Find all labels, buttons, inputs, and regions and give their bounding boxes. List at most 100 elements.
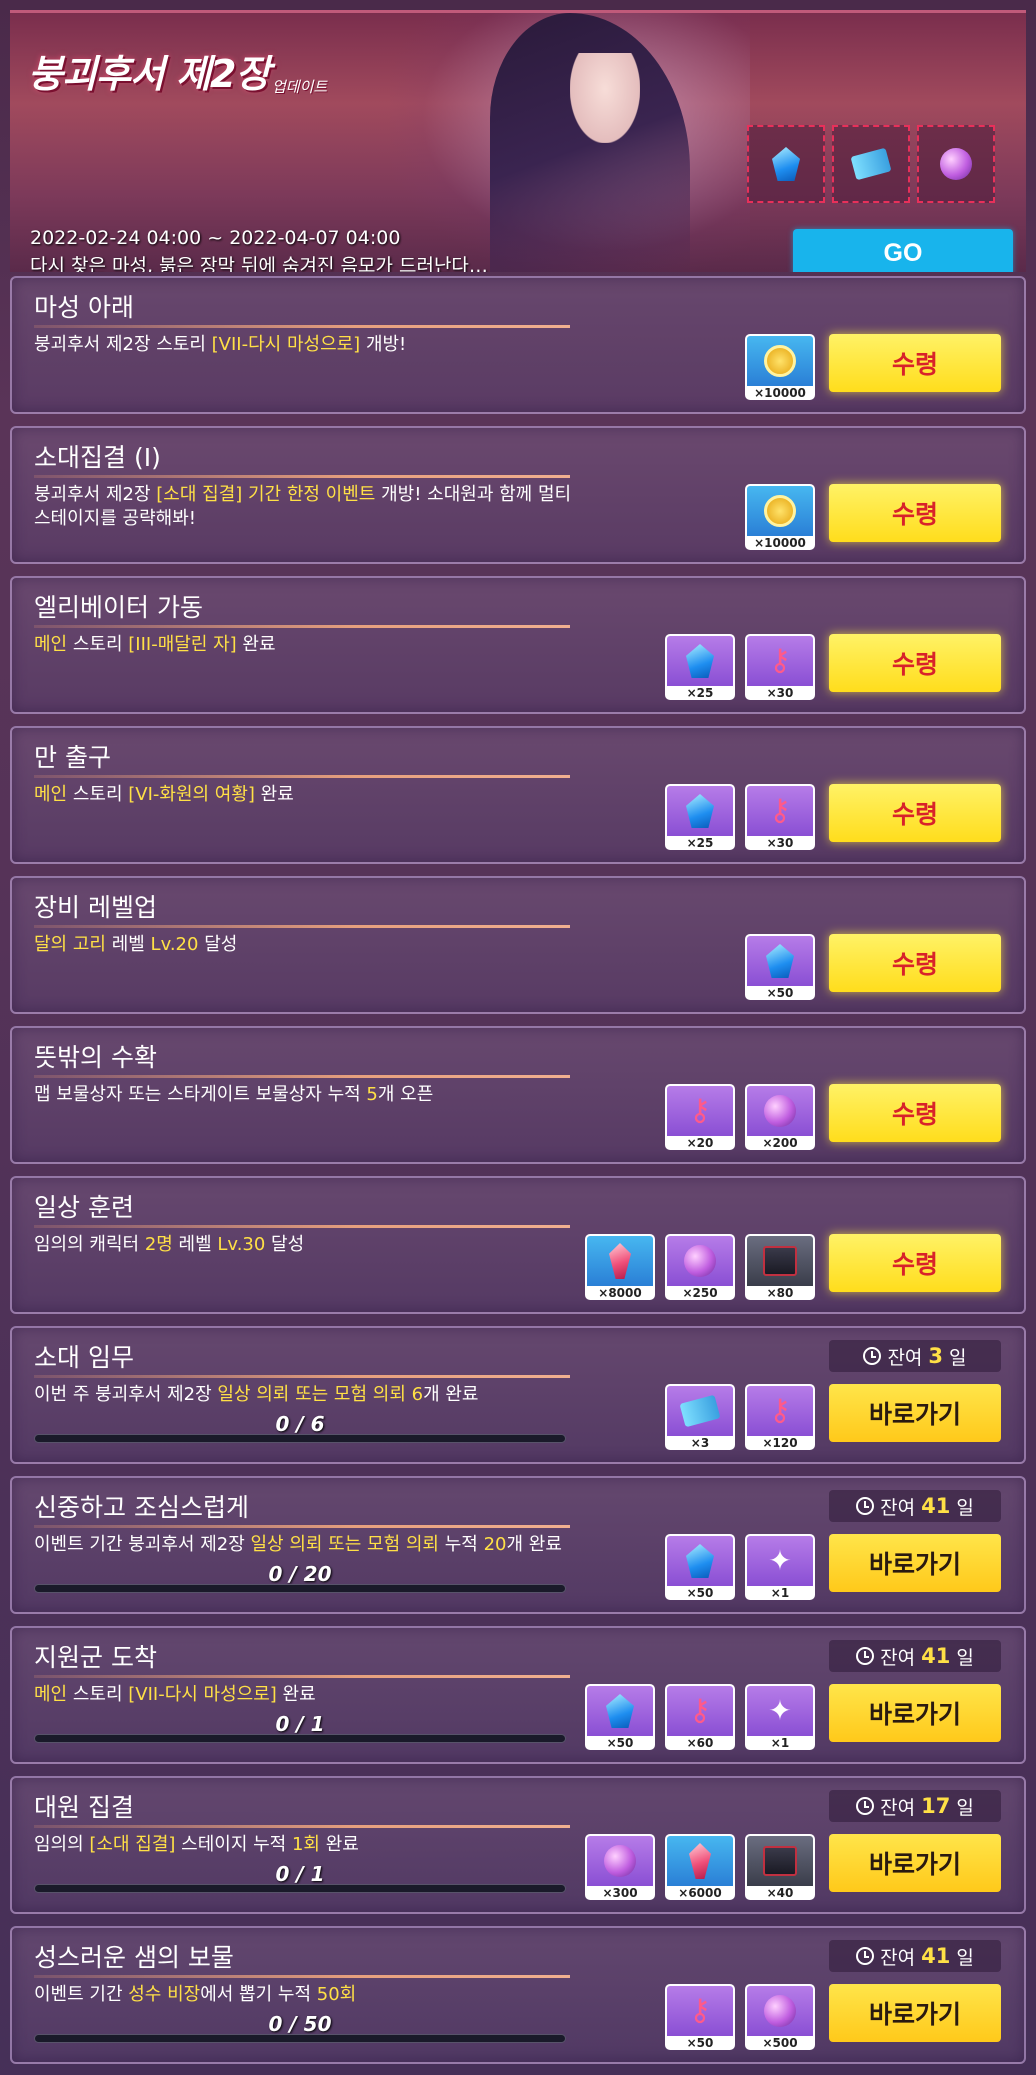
purple-orb-reward[interactable]: ×200	[745, 1084, 815, 1150]
blue-crystal-reward[interactable]: ×50	[665, 1534, 735, 1600]
progress-bar	[34, 1434, 566, 1443]
mission-title: 소대 임무	[34, 1343, 134, 1372]
gold-coin-reward[interactable]: ×10000	[745, 334, 815, 400]
key-reward[interactable]: ⚷ ×50	[665, 1984, 735, 2050]
ticket-reward[interactable]: ×3	[665, 1384, 735, 1450]
claim-button[interactable]: 수령	[829, 634, 1001, 692]
goto-button[interactable]: 바로가기	[829, 1384, 1001, 1442]
key-icon: ⚷	[667, 1086, 733, 1136]
event-date-range: 2022-02-24 04:00 ~ 2022-04-07 04:00	[30, 227, 401, 249]
wand-reward[interactable]: ✦ ×1	[745, 1684, 815, 1750]
mission-card: 엘리베이터 가동 메인 스토리 [III-매달린 자] 완료 ×25 ⚷ ×30 수령	[10, 576, 1026, 714]
wand-reward[interactable]: ✦ ×1	[745, 1534, 815, 1600]
red-crystal-reward[interactable]: ×6000	[665, 1834, 735, 1900]
mission-divider	[34, 325, 570, 328]
event-banner: 붕괴후서 제2장 업데이트 2022-02-24 04:00 ~ 2022-04…	[10, 10, 1026, 272]
claim-button[interactable]: 수령	[829, 934, 1001, 992]
highlight-text: 일상 의뢰 또는 모험 의뢰 6	[217, 1384, 424, 1405]
description-text: 누적	[439, 1534, 484, 1555]
dark-box-reward[interactable]: ×40	[745, 1834, 815, 1900]
reward-quantity: ×10000	[747, 536, 813, 548]
event-logo: 붕괴후서 제2장	[28, 52, 270, 96]
gold-coin-reward[interactable]: ×10000	[745, 484, 815, 550]
key-icon: ⚷	[747, 636, 813, 686]
ticket-reward-icon[interactable]	[832, 125, 910, 203]
character-face	[570, 53, 640, 143]
purple-orb-reward[interactable]: ×250	[665, 1234, 735, 1300]
red-crystal-icon	[667, 1836, 733, 1886]
reward-quantity: ×25	[667, 686, 733, 698]
go-button[interactable]: GO	[793, 229, 1013, 272]
dark-box-reward[interactable]: ×80	[745, 1234, 815, 1300]
clock-icon	[856, 1947, 875, 1965]
key-reward[interactable]: ⚷ ×60	[665, 1684, 735, 1750]
key-reward[interactable]: ⚷ ×20	[665, 1084, 735, 1150]
progress-text: 0 / 1	[275, 1712, 325, 1736]
reward-quantity: ×50	[587, 1736, 653, 1748]
claim-button[interactable]: 수령	[829, 484, 1001, 542]
blue-crystal-reward-icon[interactable]	[747, 125, 825, 203]
purple-orb-reward-icon[interactable]	[917, 125, 995, 203]
progress-bar	[34, 1734, 566, 1743]
mission-description: 메인 스토리 [VII-다시 마성으로] 완료	[34, 1683, 574, 1707]
goto-button[interactable]: 바로가기	[829, 1984, 1001, 2042]
purple-orb-reward[interactable]: ×300	[585, 1834, 655, 1900]
description-text: 달성	[198, 934, 238, 955]
red-crystal-icon	[587, 1236, 653, 1286]
highlight-text: 달의 고리	[34, 934, 106, 955]
blue-crystal-reward[interactable]: ×50	[745, 934, 815, 1000]
red-crystal-reward[interactable]: ×8000	[585, 1234, 655, 1300]
wand-icon: ✦	[747, 1686, 813, 1736]
purple-orb-reward[interactable]: ×500	[745, 1984, 815, 2050]
remaining-time-badge: 잔여 41 일	[829, 1940, 1001, 1972]
mission-divider	[34, 1075, 570, 1078]
claim-button[interactable]: 수령	[829, 1084, 1001, 1142]
mission-card: 성스러운 샘의 보물 이벤트 기간 성수 비장에서 뽑기 누적 50회 ⚷ ×50 ×5…	[10, 1926, 1026, 2064]
mission-title: 소대집결 (I)	[34, 443, 161, 472]
mission-divider	[34, 475, 570, 478]
goto-button[interactable]: 바로가기	[829, 1534, 1001, 1592]
clock-icon	[856, 1647, 875, 1665]
highlight-text: 메인	[34, 1684, 68, 1705]
highlight-text: [소대 집결] 기간 한정 이벤트	[156, 484, 376, 505]
gold-coin-icon	[747, 486, 813, 536]
mission-title: 만 출구	[34, 743, 111, 772]
description-text: 스토리	[67, 784, 129, 805]
key-reward[interactable]: ⚷ ×30	[745, 784, 815, 850]
description-text: 임의의 캐릭터	[34, 1234, 145, 1255]
description-text: 붕괴후서 제2장 스토리	[34, 334, 212, 355]
mission-description: 붕괴후서 제2장 스토리 [VII-다시 마성으로] 개방!	[34, 333, 574, 357]
highlight-text: 메인	[34, 634, 68, 655]
description-text: 완료	[319, 1834, 359, 1855]
remaining-days: 41	[921, 1494, 951, 1518]
reward-quantity: ×25	[667, 836, 733, 848]
reward-quantity: ×50	[667, 1586, 733, 1598]
description-text: 완료	[254, 784, 294, 805]
highlight-text: 2명	[144, 1234, 173, 1255]
reward-quantity: ×10000	[747, 386, 813, 398]
goto-button[interactable]: 바로가기	[829, 1834, 1001, 1892]
mission-title: 뜻밖의 수확	[34, 1043, 157, 1072]
claim-button[interactable]: 수령	[829, 1234, 1001, 1292]
highlight-text: [VII-다시 마성으로]	[211, 334, 361, 355]
mission-card: 지원군 도착 메인 스토리 [VII-다시 마성으로] 완료 ×50 ⚷ ×60 ✦ ×1 잔…	[10, 1626, 1026, 1764]
highlight-text: [VII-다시 마성으로]	[128, 1684, 277, 1705]
purple-orb-icon	[747, 1986, 813, 2036]
claim-button[interactable]: 수령	[829, 784, 1001, 842]
remaining-days: 17	[921, 1794, 951, 1818]
description-text: 맵 보물상자 또는 스타게이트 보물상자 누적	[34, 1084, 367, 1105]
key-reward[interactable]: ⚷ ×120	[745, 1384, 815, 1450]
claim-button[interactable]: 수령	[829, 334, 1001, 392]
blue-crystal-reward[interactable]: ×25	[665, 634, 735, 700]
event-description: 다시 찾은 마성, 붉은 장막 뒤에 숨겨진 음모가 드러난다…	[30, 255, 488, 272]
description-text: 스토리	[67, 1684, 129, 1705]
highlight-text: Lv.20	[150, 934, 199, 955]
goto-button[interactable]: 바로가기	[829, 1684, 1001, 1742]
description-text: 완료	[236, 634, 276, 655]
mission-description: 임의의 캐릭터 2명 레벨 Lv.30 달성	[34, 1233, 574, 1257]
key-reward[interactable]: ⚷ ×30	[745, 634, 815, 700]
purple-orb-icon	[667, 1236, 733, 1286]
blue-crystal-reward[interactable]: ×25	[665, 784, 735, 850]
wand-icon: ✦	[747, 1536, 813, 1586]
blue-crystal-reward[interactable]: ×50	[585, 1684, 655, 1750]
